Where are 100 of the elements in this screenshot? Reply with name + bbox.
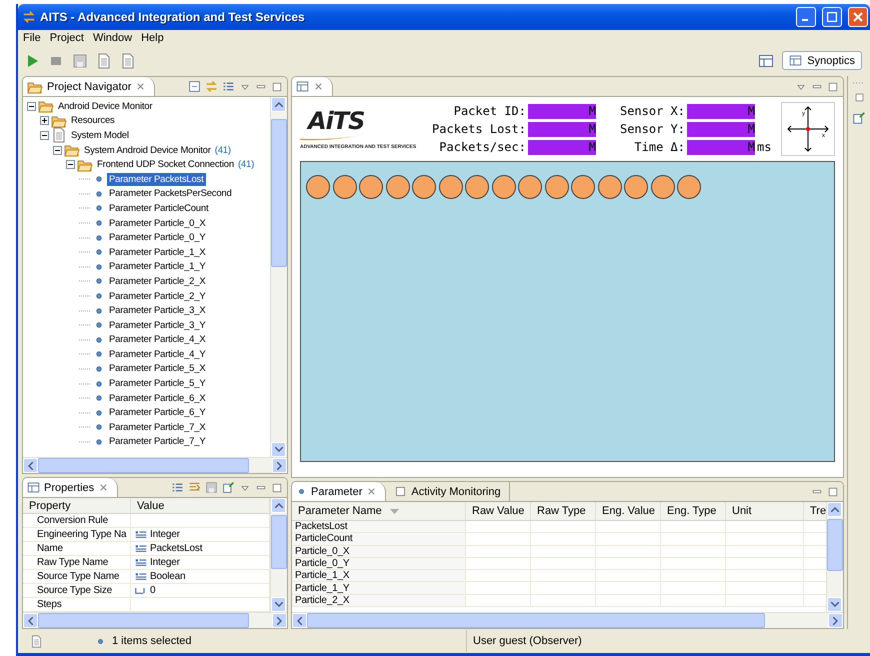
save-icon[interactable]: [72, 52, 88, 68]
scroll-up-button[interactable]: [271, 97, 286, 112]
tree-item[interactable]: Parameter Particle_5_X: [107, 362, 208, 376]
column-header[interactable]: Eng. Value: [596, 502, 661, 520]
maximize-icon[interactable]: [271, 80, 283, 92]
tree-item[interactable]: Parameter Particle_2_X: [107, 274, 208, 288]
list-icon[interactable]: [222, 80, 235, 93]
open-perspective-icon[interactable]: [758, 52, 774, 68]
synoptic-tab[interactable]: [292, 77, 333, 96]
tree-item[interactable]: Parameter Particle_6_Y: [107, 406, 208, 420]
table-cell: Particle_2_X: [292, 594, 466, 608]
tree-item[interactable]: Parameter Particle_0_X: [107, 216, 208, 230]
column-header[interactable]: Parameter Name: [292, 502, 466, 520]
tree-item[interactable]: Frontend UDP Socket Connection: [95, 158, 236, 172]
tree-item[interactable]: Parameter Particle_0_Y: [107, 231, 208, 244]
scroll-left-button[interactable]: [23, 458, 38, 473]
categories-icon[interactable]: [171, 481, 184, 494]
property-name: Raw Type Name: [23, 556, 131, 570]
tree-item[interactable]: Parameter ParticleCount: [107, 202, 210, 215]
perspective-button[interactable]: Synoptics: [782, 51, 862, 70]
property-name: Engineering Type Na: [23, 528, 131, 542]
maximize-icon: [827, 12, 837, 22]
maximize-icon[interactable]: [827, 80, 839, 92]
table-cell: [596, 570, 661, 582]
column-header[interactable]: Property: [23, 498, 131, 513]
maximize-icon[interactable]: [827, 486, 839, 498]
menu-item[interactable]: Help: [141, 32, 164, 44]
table-cell: [661, 521, 726, 534]
scroll-down-button[interactable]: [271, 442, 286, 457]
column-header[interactable]: Raw Value: [466, 502, 531, 520]
tree-item[interactable]: Parameter Particle_1_Y: [107, 260, 208, 274]
scroll-left-button[interactable]: [23, 613, 38, 628]
table-cell: [531, 546, 596, 558]
close-icon[interactable]: [135, 81, 146, 92]
tree-connector-icon: [79, 338, 91, 341]
scrollbar-thumb[interactable]: [38, 458, 249, 473]
column-header[interactable]: Eng. Type: [661, 502, 726, 520]
particle: [465, 175, 489, 199]
tree-item[interactable]: Parameter Particle_3_X: [107, 304, 208, 318]
maximize-button[interactable]: [822, 7, 842, 27]
close-icon[interactable]: [366, 486, 378, 497]
collapse-toggle-icon[interactable]: [66, 160, 75, 170]
collapse-toggle-icon[interactable]: [40, 130, 49, 140]
minimize-button[interactable]: [796, 7, 816, 27]
tree-item[interactable]: Parameter Particle_6_X: [107, 392, 208, 405]
close-icon[interactable]: [98, 482, 110, 493]
tree-item[interactable]: Parameter Particle_1_X: [107, 246, 208, 259]
tree-connector-icon: [79, 251, 91, 254]
caret-icon: [277, 616, 282, 624]
tree-item[interactable]: Resources: [69, 114, 117, 128]
property-name: Source Type Name: [23, 570, 131, 584]
view-tab[interactable]: Parameter: [292, 482, 386, 501]
scroll-right-button[interactable]: [272, 613, 287, 628]
tree-item[interactable]: Parameter Particle_7_Y: [107, 435, 208, 448]
scrollbar-thumb[interactable]: [271, 118, 287, 268]
close-icon[interactable]: [313, 81, 324, 92]
scrollbar-thumb[interactable]: [271, 514, 287, 570]
menu-item[interactable]: Window: [92, 32, 132, 44]
table-cell: [596, 558, 661, 570]
column-header[interactable]: Unit: [726, 502, 804, 520]
tree-item[interactable]: Parameter Particle_2_Y: [107, 290, 208, 303]
collapse-toggle-icon[interactable]: [27, 102, 36, 111]
tree-item[interactable]: System Android Device Monitor: [82, 144, 213, 157]
scroll-down-button[interactable]: [827, 597, 842, 612]
particle: [332, 175, 356, 199]
scrollbar-thumb[interactable]: [38, 613, 249, 628]
menu-item[interactable]: Project: [50, 32, 84, 44]
readout-unit: ms: [757, 140, 772, 154]
properties-tab[interactable]: Properties: [23, 478, 118, 497]
particle: [386, 175, 410, 199]
tree-connector-icon: [79, 178, 91, 180]
scroll-up-button[interactable]: [271, 498, 286, 513]
tree-item[interactable]: Parameter Particle_7_X: [107, 420, 208, 434]
menu-item[interactable]: File: [23, 32, 41, 44]
tree-item[interactable]: Parameter Particle_5_Y: [107, 377, 208, 390]
collapse-all-icon[interactable]: [188, 80, 201, 93]
table-cell: [466, 582, 531, 595]
expand-toggle-icon[interactable]: [40, 116, 49, 126]
tree-item[interactable]: Parameter PacketsPerSecond: [107, 187, 234, 200]
tree-item[interactable]: Parameter Particle_4_Y: [107, 348, 208, 361]
scrollbar-thumb[interactable]: [827, 518, 843, 571]
table-cell: [661, 594, 726, 608]
maximize-icon[interactable]: [271, 482, 283, 494]
scroll-right-button[interactable]: [272, 458, 287, 473]
navigator-tab[interactable]: Project Navigator: [23, 77, 156, 96]
tree-item[interactable]: Android Device Monitor: [56, 100, 154, 113]
collapse-toggle-icon[interactable]: [53, 146, 62, 155]
scroll-down-button[interactable]: [271, 597, 286, 612]
scroll-up-button[interactable]: [827, 502, 842, 517]
scroll-left-button[interactable]: [292, 613, 307, 628]
tree-item[interactable]: System Model: [69, 128, 131, 142]
column-header[interactable]: Raw Type: [531, 502, 596, 520]
tree-item[interactable]: Parameter Particle_4_X: [107, 333, 208, 346]
scroll-right-button[interactable]: [828, 613, 843, 628]
close-button[interactable]: [848, 7, 868, 27]
tree-item[interactable]: Parameter PacketsLost: [107, 172, 206, 186]
scrollbar-thumb[interactable]: [307, 613, 766, 628]
selection-status: 1 items selected: [112, 635, 192, 647]
tree-item[interactable]: Parameter Particle_3_Y: [107, 318, 208, 332]
table-cell: [596, 546, 661, 558]
